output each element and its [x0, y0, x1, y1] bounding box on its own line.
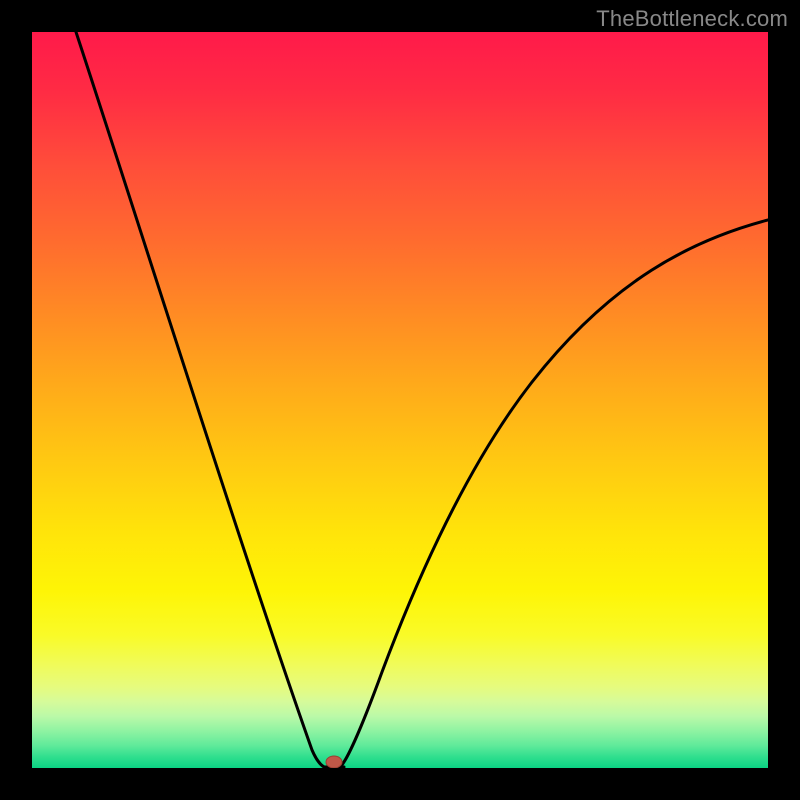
- chart-frame: TheBottleneck.com: [0, 0, 800, 800]
- min-marker: [326, 756, 342, 768]
- watermark-text: TheBottleneck.com: [596, 6, 788, 32]
- curve-right-branch: [340, 220, 768, 767]
- curve-left-branch: [76, 32, 328, 768]
- curve-svg: [32, 32, 768, 768]
- plot-area: [32, 32, 768, 768]
